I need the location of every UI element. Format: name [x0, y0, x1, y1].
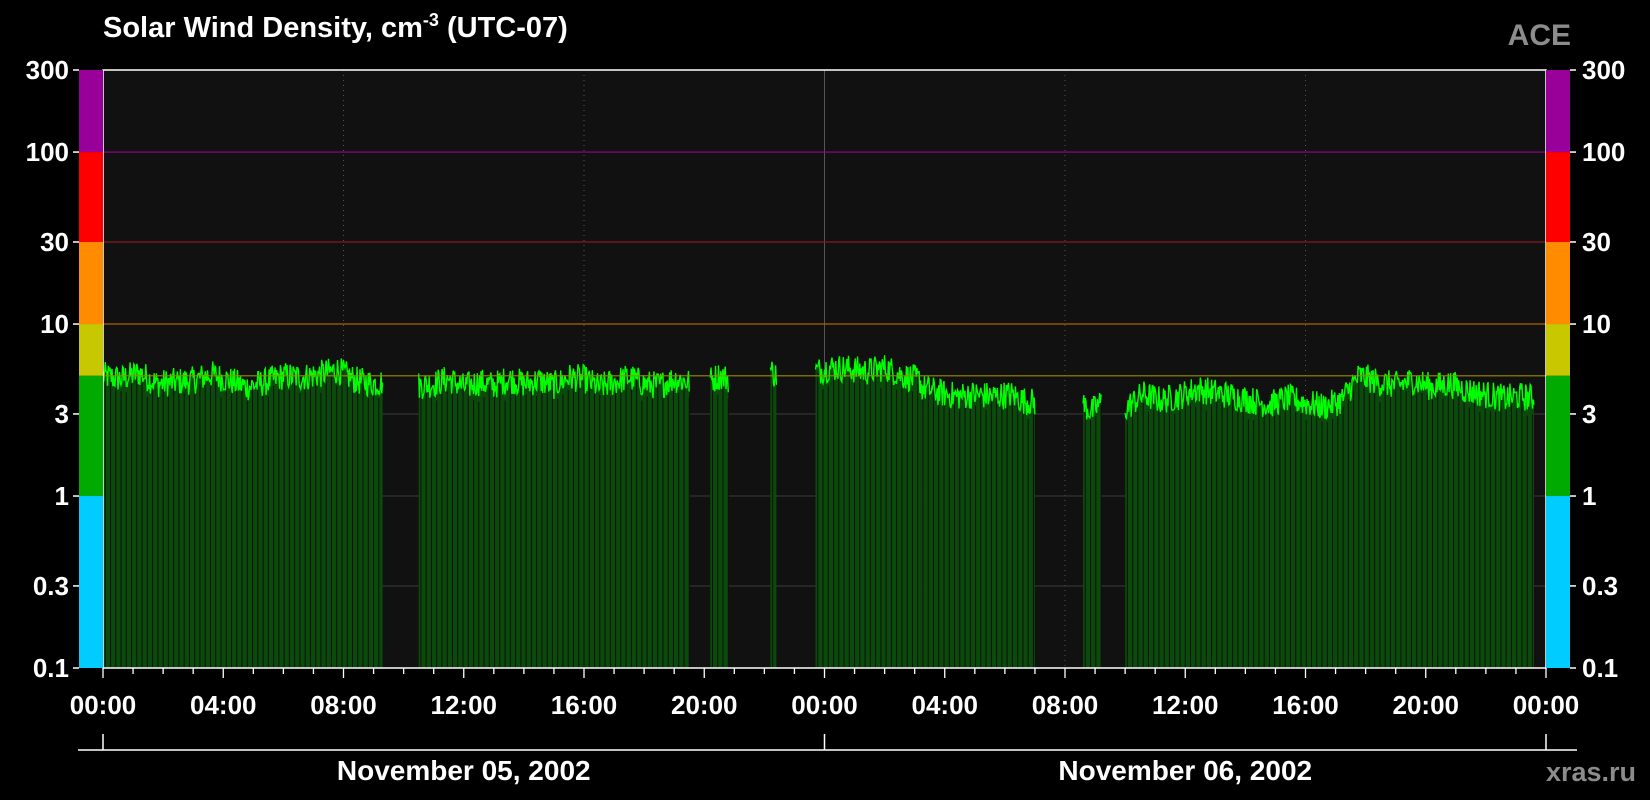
title-suffix: (UTC-07) — [439, 12, 568, 44]
color-band — [1546, 241, 1570, 325]
x-tick-label: 12:00 — [1152, 690, 1219, 720]
title-superscript: -3 — [423, 10, 439, 30]
density-area — [103, 358, 383, 668]
y-tick-label: 0.3 — [1582, 571, 1618, 601]
y-tick-label: 300 — [26, 55, 69, 85]
y-tick-label: 100 — [1582, 137, 1625, 167]
x-tick-label: 20:00 — [1393, 690, 1460, 720]
color-band — [79, 496, 103, 668]
x-tick-label: 04:00 — [912, 690, 979, 720]
date-label: November 06, 2002 — [1058, 755, 1312, 786]
y-tick-label: 0.1 — [33, 653, 69, 683]
x-tick-label: 16:00 — [551, 690, 618, 720]
y-tick-label: 30 — [40, 227, 69, 257]
color-scale-right — [1546, 70, 1570, 668]
density-area — [418, 364, 690, 668]
y-tick-label: 30 — [1582, 227, 1611, 257]
color-band — [79, 241, 103, 325]
x-tick-label: 08:00 — [1032, 690, 1099, 720]
y-tick-label: 0.1 — [1582, 653, 1618, 683]
color-band — [1546, 375, 1570, 497]
color-band — [1546, 70, 1570, 153]
x-tick-label: 00:00 — [791, 690, 858, 720]
x-tick-label: 20:00 — [671, 690, 738, 720]
color-band — [79, 152, 103, 242]
x-tick-label: 04:00 — [190, 690, 257, 720]
y-tick-label: 100 — [26, 137, 69, 167]
color-band — [79, 324, 103, 376]
density-area — [770, 361, 777, 668]
xras-watermark: xras.ru — [1546, 757, 1636, 787]
x-tick-label: 12:00 — [431, 690, 498, 720]
ace-watermark: ACE — [1508, 19, 1571, 52]
y-tick-label: 10 — [1582, 309, 1611, 339]
x-tick-label: 00:00 — [70, 690, 137, 720]
y-tick-label: 3 — [1582, 399, 1596, 429]
density-series — [102, 355, 1535, 668]
color-band — [1546, 152, 1570, 242]
x-tick-label: 16:00 — [1272, 690, 1339, 720]
y-tick-label: 3 — [55, 399, 69, 429]
color-scale-left — [79, 70, 103, 668]
chart-title: Solar Wind Density, cm-3 (UTC-07) — [103, 10, 568, 44]
y-tick-label: 1 — [1582, 481, 1596, 511]
y-tick-label: 300 — [1582, 55, 1625, 85]
color-band — [1546, 496, 1570, 668]
x-tick-label: 00:00 — [1513, 690, 1580, 720]
x-tick-label: 08:00 — [310, 690, 377, 720]
density-area — [1125, 364, 1534, 668]
y-tick-label: 10 — [40, 309, 69, 339]
y-tick-label: 1 — [55, 481, 69, 511]
color-band — [79, 375, 103, 497]
date-label: November 05, 2002 — [337, 755, 591, 786]
y-tick-label: 0.3 — [33, 571, 69, 601]
solar-wind-density-chart: Solar Wind Density, cm-3 (UTC-07) ACE xr… — [0, 0, 1650, 800]
color-band — [1546, 324, 1570, 376]
density-area — [815, 355, 921, 668]
color-band — [79, 70, 103, 153]
